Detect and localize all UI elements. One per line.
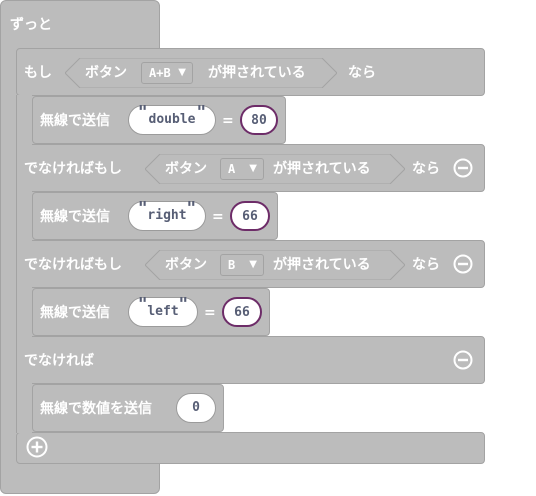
button-label: ボタン <box>85 65 127 81</box>
radio-send-value-label: 無線で送信 <box>40 209 110 225</box>
number-field[interactable]: 0 <box>176 393 216 423</box>
radio-send-number-label: 無線で数値を送信 <box>40 401 152 417</box>
else-label: でなければ <box>24 353 94 369</box>
button-pressed-condition[interactable]: ボタン B ▼ が押されている <box>145 250 405 280</box>
button-dropdown[interactable]: A+B ▼ <box>141 62 193 84</box>
button-pressed-condition[interactable]: ボタン A+B ▼ が押されている <box>65 58 337 88</box>
radio-send-value-label: 無線で送信 <box>40 113 110 129</box>
name-string-field[interactable]: " right " <box>128 198 206 231</box>
then-label: なら <box>412 257 440 273</box>
pressed-label: が押されている <box>273 161 371 177</box>
close-quote: " <box>196 102 206 123</box>
button-label: ボタン <box>165 161 207 177</box>
equals-sign: = <box>222 113 234 129</box>
number-field[interactable]: 66 <box>230 201 270 231</box>
pressed-label: が押されている <box>208 65 306 81</box>
if-block-footer[interactable] <box>16 432 485 464</box>
elseif-label: でなければもし <box>24 161 122 177</box>
caret-down-icon: ▼ <box>178 67 186 78</box>
minus-circle-icon[interactable] <box>453 350 473 370</box>
if-label: もし <box>24 65 52 81</box>
minus-circle-icon[interactable] <box>453 158 473 178</box>
number-value: 66 <box>242 209 258 224</box>
minus-circle-icon[interactable] <box>453 254 473 274</box>
number-value: 80 <box>251 113 267 128</box>
button-dropdown-value: A <box>228 162 236 176</box>
equals-sign: = <box>204 305 216 321</box>
then-label: なら <box>412 161 440 177</box>
name-string-field[interactable]: " double " <box>128 102 216 135</box>
forever-label: ずっと <box>10 17 52 33</box>
name-string-field[interactable]: " left " <box>128 294 198 327</box>
button-dropdown[interactable]: A ▼ <box>220 158 264 180</box>
button-label: ボタン <box>165 257 207 273</box>
caret-down-icon: ▼ <box>249 259 257 270</box>
button-dropdown-value: B <box>228 258 236 272</box>
plus-circle-icon[interactable] <box>26 436 48 458</box>
button-dropdown[interactable]: B ▼ <box>220 254 264 276</box>
number-value: 0 <box>192 400 200 415</box>
close-quote: " <box>186 198 196 219</box>
caret-down-icon: ▼ <box>249 163 257 174</box>
number-value: 66 <box>234 305 250 320</box>
button-pressed-condition[interactable]: ボタン A ▼ が押されている <box>145 154 405 184</box>
close-quote: " <box>178 294 188 315</box>
equals-sign: = <box>212 209 224 225</box>
button-dropdown-value: A+B <box>149 66 171 80</box>
radio-send-value-label: 無線で送信 <box>40 305 110 321</box>
number-field[interactable]: 66 <box>222 297 262 327</box>
number-field[interactable]: 80 <box>240 105 278 135</box>
elseif-label: でなければもし <box>24 257 122 273</box>
then-label: なら <box>348 65 376 81</box>
pressed-label: が押されている <box>273 257 371 273</box>
